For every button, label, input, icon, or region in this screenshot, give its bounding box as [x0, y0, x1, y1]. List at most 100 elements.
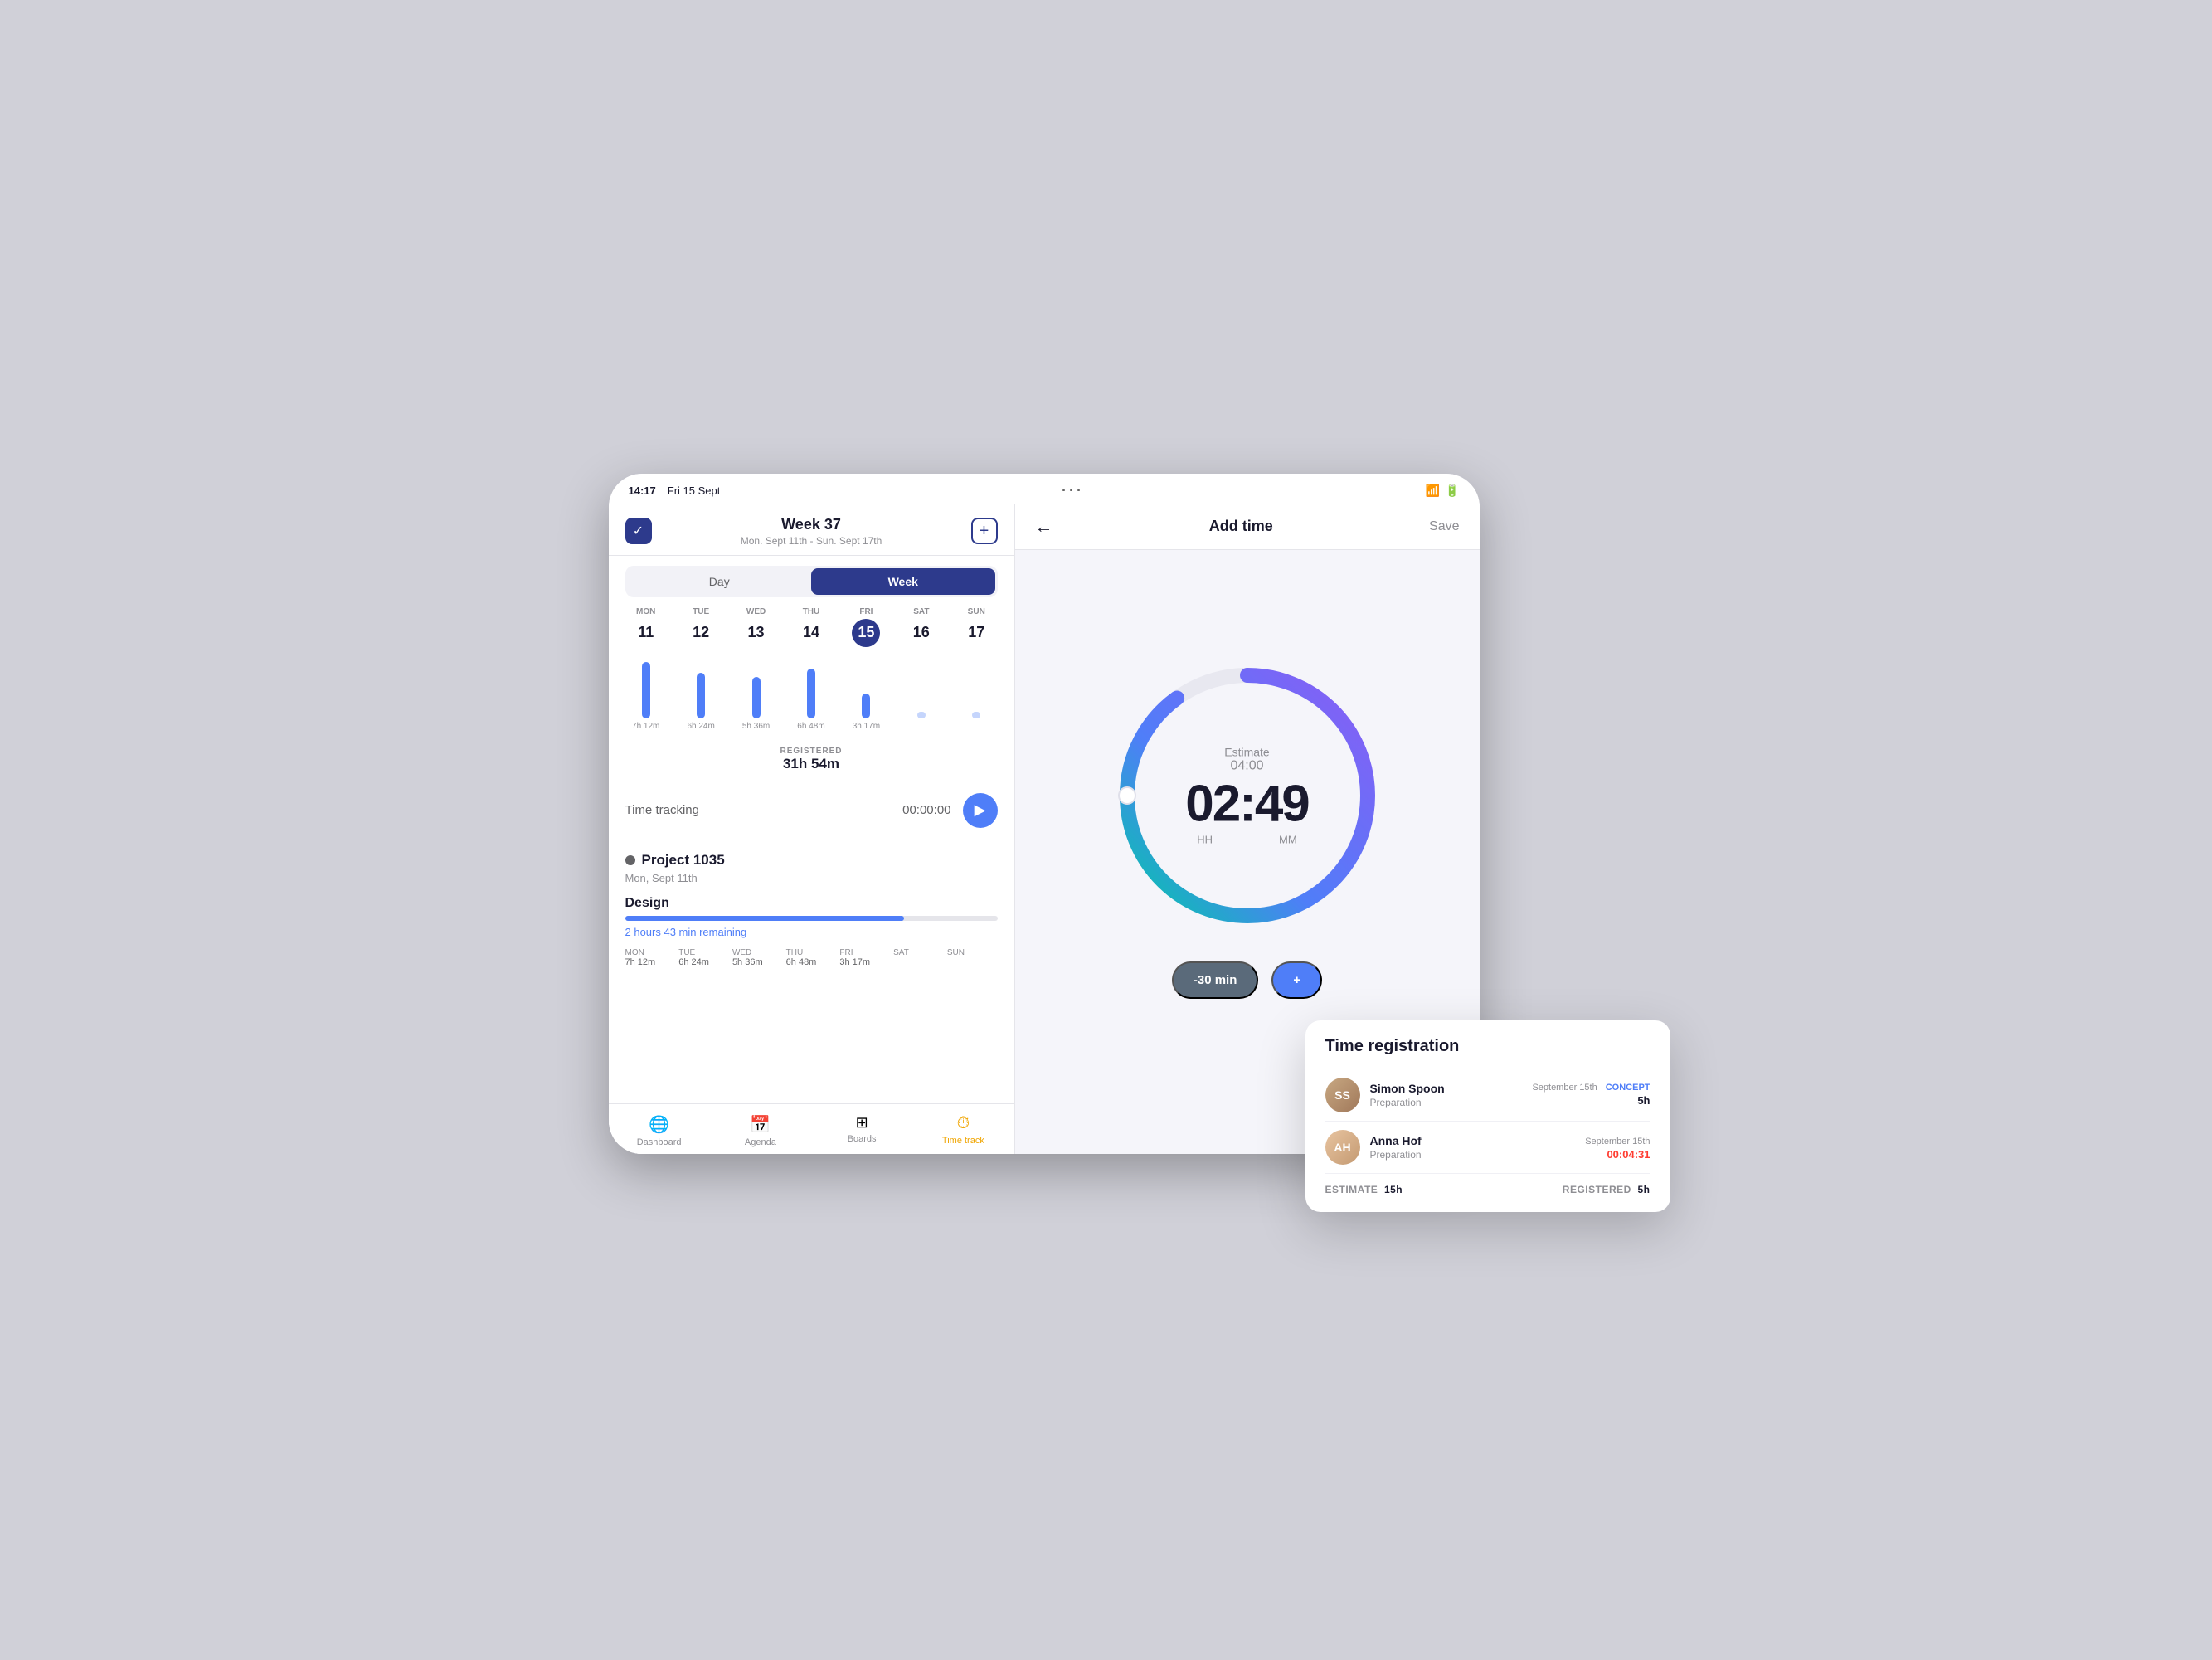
plus-button[interactable]: + — [1271, 961, 1322, 999]
day-col-fri[interactable]: FRI 15 3h 17m — [840, 607, 892, 731]
avatar-anna-initials: AH — [1325, 1130, 1360, 1165]
more-dots-icon: ··· — [1062, 482, 1084, 499]
day-col-mon[interactable]: MON 11 7h 12m — [620, 607, 672, 731]
day-label-sun: SUN — [968, 607, 985, 616]
day-num-thu: 14 — [797, 619, 825, 647]
right-header: ← Add time Save — [1015, 504, 1480, 550]
day-label-wed: WED — [746, 607, 766, 616]
day-bar-wrap-thu — [807, 652, 815, 718]
week-info: Week 37 Mon. Sept 11th - Sun. Sept 17th — [741, 516, 882, 547]
day-bar-wrap-sat — [917, 652, 926, 718]
project-dot-icon — [625, 855, 635, 865]
remaining-text: 2 hours 43 min remaining — [625, 926, 998, 938]
day-bar-fri — [862, 694, 870, 718]
day-col-wed[interactable]: WED 13 5h 36m — [730, 607, 781, 731]
battery-icon: 🔋 — [1445, 484, 1459, 498]
simon-info: Simon Spoon Preparation — [1370, 1082, 1523, 1108]
day-col-sun[interactable]: SUN 17 — [950, 607, 1002, 731]
day-num-sun: 17 — [962, 619, 990, 647]
estimate-label: Estimate — [1185, 746, 1309, 759]
time-value: 00:00:00 — [902, 803, 950, 817]
design-label: Design — [625, 896, 998, 911]
estimate-footer-val: 15h — [1384, 1184, 1403, 1195]
day-toggle-btn[interactable]: Day — [628, 568, 812, 595]
nav-agenda[interactable]: 📅 Agenda — [710, 1111, 811, 1151]
nav-boards-label: Boards — [848, 1134, 877, 1144]
day-num-mon: 11 — [632, 619, 660, 647]
day-col-sat[interactable]: SAT 16 — [896, 607, 947, 731]
boards-icon: ⊞ — [856, 1114, 868, 1132]
project-name: Project 1035 — [625, 852, 998, 869]
time-tracking-label: Time tracking — [625, 803, 699, 817]
status-time: 14:17 — [629, 484, 656, 497]
day-label-mon: MON — [636, 607, 655, 616]
nav-dashboard[interactable]: 🌐 Dashboard — [609, 1111, 710, 1151]
registered-row: REGISTERED 31h 54m — [609, 738, 1014, 781]
left-panel: ✓ Week 37 Mon. Sept 11th - Sun. Sept 17t… — [609, 504, 1015, 1154]
simon-name: Simon Spoon — [1370, 1082, 1523, 1095]
status-bar: 14:17 Fri 15 Sept ··· 📶 🔋 — [609, 474, 1480, 504]
mm-label: MM — [1279, 834, 1297, 846]
day-col-tue[interactable]: TUE 12 6h 24m — [675, 607, 727, 731]
day-num-sat: 16 — [907, 619, 936, 647]
day-bar-wed — [752, 677, 761, 718]
save-button[interactable]: Save — [1429, 519, 1459, 534]
mini-week: MON 7h 12m TUE 6h 24m WED 5h 36m THU — [625, 948, 998, 967]
minus-30-button[interactable]: -30 min — [1172, 961, 1259, 999]
time-tracking-row: Time tracking 00:00:00 ▶ — [609, 781, 1014, 840]
popup-estimate: ESTIMATE 15h — [1325, 1184, 1403, 1195]
left-header: ✓ Week 37 Mon. Sept 11th - Sun. Sept 17t… — [609, 504, 1014, 556]
add-button[interactable]: + — [971, 518, 998, 544]
inbox-icon[interactable]: ✓ — [625, 518, 652, 544]
nav-agenda-label: Agenda — [745, 1137, 776, 1147]
mini-day-tue: TUE 6h 24m — [678, 948, 729, 967]
project-section: Project 1035 Mon, Sept 11th Design 2 hou… — [609, 840, 1014, 967]
mini-day-mon: MON 7h 12m — [625, 948, 676, 967]
timer-circle: Estimate 04:00 02:49 HH MM — [1106, 655, 1388, 937]
status-date: Fri 15 Sept — [668, 484, 721, 497]
day-time-fri: 3h 17m — [853, 722, 880, 731]
day-num-fri: 15 — [852, 619, 880, 647]
week-title: Week 37 — [741, 516, 882, 533]
time-tracking-right: 00:00:00 ▶ — [902, 793, 997, 828]
hh-label: HH — [1197, 834, 1213, 846]
time-reg-popup: Time registration SS Simon Spoon Prepara… — [1305, 1020, 1670, 1212]
day-bar-thu — [807, 669, 815, 718]
play-button[interactable]: ▶ — [963, 793, 998, 828]
mini-day-sat: SAT — [893, 948, 944, 967]
anna-name: Anna Hof — [1370, 1134, 1576, 1147]
estimate-value: 04:00 — [1185, 759, 1309, 774]
day-time-mon: 7h 12m — [632, 722, 659, 731]
registered-value: 31h 54m — [617, 756, 1006, 772]
nav-timetrack-label: Time track — [942, 1136, 984, 1146]
popup-footer: ESTIMATE 15h REGISTERED 5h — [1325, 1184, 1650, 1195]
day-bar-sat — [917, 712, 926, 718]
nav-boards[interactable]: ⊞ Boards — [811, 1111, 912, 1151]
registered-footer-val: 5h — [1637, 1184, 1650, 1195]
day-bar-wrap-sun — [972, 652, 980, 718]
week-toggle-btn[interactable]: Week — [811, 568, 995, 595]
progress-bar-wrap — [625, 916, 998, 921]
nav-timetrack[interactable]: ⏱ Time track — [912, 1111, 1014, 1151]
week-days: MON 11 7h 12m TUE 12 6h 24m — [609, 607, 1014, 731]
estimate-footer-label: ESTIMATE — [1325, 1184, 1378, 1195]
day-label-thu: THU — [803, 607, 820, 616]
status-icons: 📶 🔋 — [1426, 484, 1460, 498]
back-button[interactable]: ← — [1035, 516, 1053, 538]
day-col-thu[interactable]: THU 14 6h 48m — [785, 607, 837, 731]
popup-title: Time registration — [1325, 1037, 1650, 1056]
day-week-toggle: Day Week — [625, 566, 998, 597]
registered-label: REGISTERED — [617, 747, 1006, 756]
timer-display[interactable]: 02:49 — [1185, 779, 1309, 830]
anna-hours: 00:04:31 — [1585, 1148, 1650, 1161]
day-bar-mon — [642, 662, 650, 718]
progress-bar — [625, 916, 905, 921]
day-label-sat: SAT — [913, 607, 929, 616]
avatar-simon: SS — [1325, 1078, 1360, 1112]
simon-tag: CONCEPT — [1606, 1083, 1650, 1093]
nav-dashboard-label: Dashboard — [637, 1137, 682, 1147]
anna-date: September 15th — [1585, 1137, 1650, 1146]
day-label-tue: TUE — [693, 607, 709, 616]
day-time-wed: 5h 36m — [742, 722, 770, 731]
hh-mm-labels: HH MM — [1185, 834, 1309, 846]
